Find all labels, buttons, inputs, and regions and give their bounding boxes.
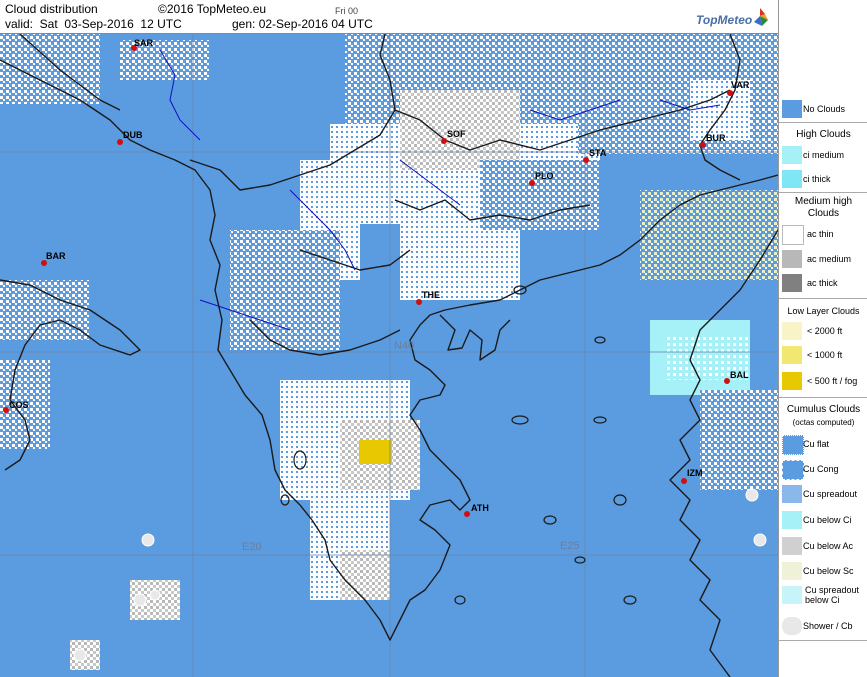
legend-medium-high-heading: Medium high Clouds (794, 196, 853, 219)
legend-octas-note: (octas computed) (792, 418, 855, 427)
legend-ci-medium: ci medium (779, 144, 867, 166)
city-label: VAR (731, 80, 750, 90)
city-label: BAR (46, 251, 66, 261)
grid-label-lon: E25 (560, 540, 580, 552)
city-label: SAR (134, 38, 154, 48)
legend-lt500: < 500 ft / fog (779, 370, 867, 392)
city-label: BAL (730, 370, 749, 380)
map-graphics (0, 34, 778, 677)
legend-cu-spreadout: Cu spreadout (779, 483, 867, 505)
legend-ac-thick: ac thick (779, 272, 867, 294)
generated-time: gen: 02-Sep-2016 04 UTC (232, 17, 373, 31)
city-label: SOF (447, 129, 466, 139)
cloud-map[interactable]: SAR DUB BAR COS SOF PLO STA VAR BUR THE … (0, 34, 778, 677)
legend-ci-thick: ci thick (779, 168, 867, 190)
legend-panel: No Clouds High Clouds ci medium ci thick… (778, 0, 867, 677)
legend-cu-below-ac: Cu below Ac (779, 535, 867, 557)
city-label: IZM (687, 468, 703, 478)
legend-shower: Shower / Cb (779, 615, 867, 637)
copyright: ©2016 TopMeteo.eu (158, 2, 267, 16)
city-label: PLO (535, 171, 554, 181)
grid-label-lat: N40 (394, 340, 415, 352)
legend-cu-below-ci: Cu below Ci (779, 509, 867, 531)
valid-time: valid: Sat 03-Sep-2016 12 UTC (5, 17, 182, 31)
header-bar: Cloud distribution ©2016 TopMeteo.eu Fri… (0, 0, 778, 34)
legend-ac-medium: ac medium (779, 248, 867, 270)
city-label: ATH (471, 503, 489, 513)
city-label: BUR (706, 133, 726, 143)
city-label: STA (589, 148, 607, 158)
forecast-day: Fri 00 (335, 6, 359, 16)
city-label: THE (422, 290, 440, 300)
legend-no-clouds: No Clouds (779, 98, 867, 120)
legend-cu-spreadout-below-ci: Cu spreadout below Ci (779, 584, 867, 614)
map-title: Cloud distribution (5, 2, 98, 16)
legend-ac-thin: ac thin (779, 223, 867, 245)
topmeteo-logo: TopMeteo (696, 6, 776, 30)
legend-cumulus-heading: Cumulus Clouds (786, 404, 861, 415)
city-label: COS (9, 400, 29, 410)
legend-lt1000: < 1000 ft (779, 344, 867, 366)
logo-icon (754, 8, 768, 26)
legend-low-layer-heading: Low Layer Clouds (787, 306, 860, 316)
legend-high-clouds-heading: High Clouds (796, 129, 851, 140)
legend-cu-flat: Cu flat (779, 433, 867, 455)
legend-cu-cong: Cu Cong (779, 458, 867, 480)
legend-lt2000: < 2000 ft (779, 320, 867, 342)
legend-cu-below-sc: Cu below Sc (779, 560, 867, 582)
city-label: DUB (123, 130, 143, 140)
grid-label-lon: E20 (242, 541, 262, 553)
